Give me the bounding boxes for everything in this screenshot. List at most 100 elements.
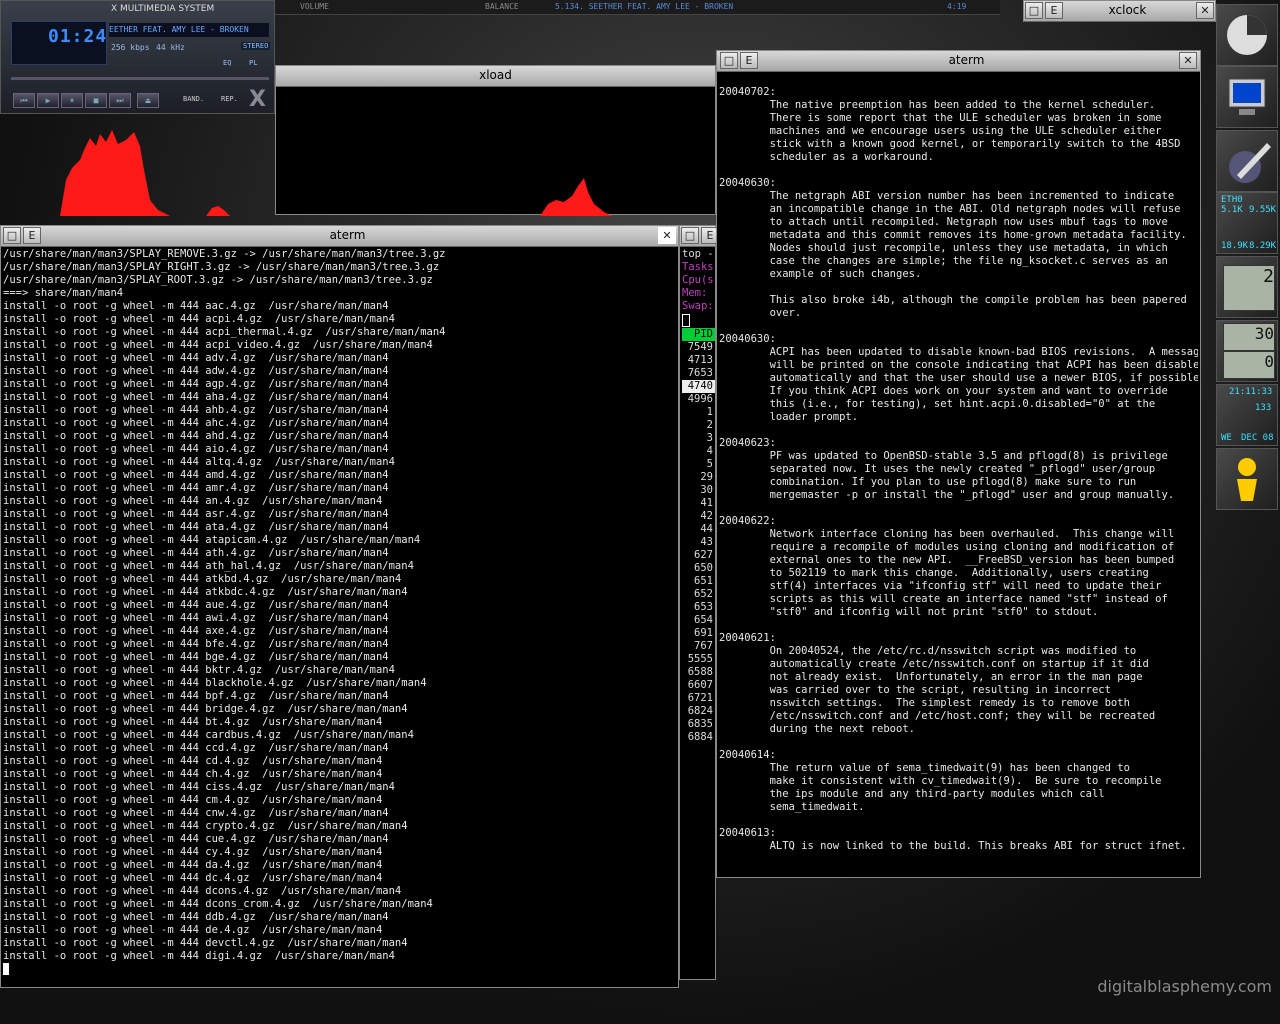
pid-row[interactable]: 6588 <box>682 666 715 679</box>
play-icon[interactable]: ▶ <box>37 93 59 108</box>
pid-row[interactable]: 4740 <box>682 380 715 393</box>
terminal-output[interactable]: /usr/share/man/man3/SPLAY_REMOVE.3.gz ->… <box>3 248 676 985</box>
pid-row[interactable]: 41 <box>682 497 715 510</box>
terminal-line: install -o root -g wheel -m 444 aio.4.gz… <box>3 443 389 455</box>
topbar-song-title: 5.134. SEETHER FEAT. AMY LEE - BROKEN <box>555 2 734 11</box>
terminal-line: to attach until recompiled. Netgraph now… <box>719 216 1168 228</box>
close-icon[interactable]: ✕ <box>1179 52 1197 69</box>
window-menu-icon[interactable]: □ <box>3 227 21 244</box>
cpu-lcd: 2 <box>1223 265 1275 311</box>
window-menu-icon[interactable]: □ <box>681 227 699 244</box>
pid-row[interactable]: 3 <box>682 432 715 445</box>
pid-row[interactable]: 691 <box>682 627 715 640</box>
pid-row[interactable]: 767 <box>682 640 715 653</box>
pid-row[interactable]: 7653 <box>682 367 715 380</box>
xmms-repeat-button[interactable]: REP. <box>221 95 238 103</box>
terminal-line: install -o root -g wheel -m 444 atkbd.4.… <box>3 573 402 585</box>
pid-row[interactable]: 5 <box>682 458 715 471</box>
xclock-titlebar[interactable]: □ E xclock ✕ <box>1024 1 1215 22</box>
top-header-line: Cpu(s) <box>682 274 715 286</box>
pid-row[interactable]: 2 <box>682 419 715 432</box>
window-menu-icon[interactable]: □ <box>720 52 738 69</box>
terminal-line: install -o root -g wheel -m 444 agp.4.gz… <box>3 378 389 390</box>
window-e-icon[interactable]: E <box>23 227 41 244</box>
terminal-output[interactable]: 20040702: The native preemption has been… <box>719 73 1198 875</box>
terminal-line: an incompatible change in the ABI. Old n… <box>719 203 1181 215</box>
terminal-line: stick with a known good kernel, or tempo… <box>719 138 1181 150</box>
window-e-icon[interactable]: E <box>740 52 758 69</box>
pid-row[interactable]: 653 <box>682 601 715 614</box>
close-icon[interactable]: ✕ <box>1196 2 1214 19</box>
xmms-song-marquee[interactable]: EETHER FEAT. AMY LEE - BROKEN <box>109 23 269 37</box>
window-menu-icon[interactable]: □ <box>1025 2 1043 19</box>
pid-row[interactable]: 4 <box>682 445 715 458</box>
pid-row[interactable]: 6607 <box>682 679 715 692</box>
window-e-icon[interactable]: E <box>1045 2 1063 19</box>
pid-row[interactable]: 29 <box>682 471 715 484</box>
terminal-line: install -o root -g wheel -m 444 da.4.gz … <box>3 859 383 871</box>
terminal-line: make it consistent with cv_timedwait(9).… <box>719 775 1162 787</box>
pid-row[interactable]: 652 <box>682 588 715 601</box>
next-icon[interactable]: ⏭ <box>109 93 131 108</box>
user-icon[interactable] <box>1216 448 1278 510</box>
terminal-line: not already exist. Unfortunately, an err… <box>719 671 1143 683</box>
terminal-line: install -o root -g wheel -m 444 dcons.4.… <box>3 885 402 897</box>
balance-label[interactable]: BALANCE <box>485 2 519 11</box>
pid-row[interactable]: 4996 <box>682 393 715 406</box>
pid-row[interactable]: 4713 <box>682 354 715 367</box>
terminal-line: install -o root -g wheel -m 444 cnw.4.gz… <box>3 807 389 819</box>
terminal-cursor <box>3 963 9 975</box>
xmms-eq-toggle[interactable]: EQ <box>223 59 231 67</box>
pid-row[interactable]: 6824 <box>682 705 715 718</box>
xload-titlebar[interactable]: xload <box>276 66 715 87</box>
pid-row[interactable]: 43 <box>682 536 715 549</box>
top-window[interactable]: □ E top -Tasks:Cpu(s)Mem:Swap: PID7549471… <box>679 225 719 980</box>
terminal-line: install -o root -g wheel -m 444 atkbdc.4… <box>3 586 408 598</box>
pid-row[interactable]: 651 <box>682 575 715 588</box>
pid-row[interactable]: 6835 <box>682 718 715 731</box>
pid-row[interactable]: 42 <box>682 510 715 523</box>
xmms-seek-bar[interactable] <box>11 77 269 80</box>
terminal-line: during the next reboot. <box>719 723 915 735</box>
dock-logo-icon[interactable] <box>1216 4 1278 66</box>
xmms-playlist-toggle[interactable]: PL <box>249 59 257 67</box>
xmms-band-button[interactable]: BAND. <box>183 95 204 103</box>
network-monitor[interactable]: ETH0 5.1K 9.55K 18.9K 8.29K <box>1216 192 1278 254</box>
eject-icon[interactable]: ⏏ <box>137 93 159 108</box>
aterm-left-titlebar[interactable]: □ E aterm ✕ <box>1 226 678 247</box>
cpu-monitor[interactable]: 2 <box>1216 256 1278 318</box>
aterm-right-window[interactable]: □ E aterm ✕ 20040702: The native preempt… <box>716 50 1201 878</box>
terminal-line: loader prompt. <box>719 411 859 423</box>
memory-monitor[interactable]: 30 0 <box>1216 320 1278 382</box>
close-icon[interactable]: ✕ <box>658 227 676 244</box>
window-title: aterm <box>948 53 985 67</box>
pid-row[interactable]: 30 <box>682 484 715 497</box>
pid-row[interactable]: 650 <box>682 562 715 575</box>
stop-icon[interactable]: ■ <box>85 93 107 108</box>
pid-row[interactable]: 654 <box>682 614 715 627</box>
terminal-line: On 20040524, the /etc/rc.d/nsswitch scri… <box>719 645 1137 657</box>
pid-row[interactable]: 627 <box>682 549 715 562</box>
pause-icon[interactable]: ⏸ <box>61 93 83 108</box>
aterm-left-window[interactable]: □ E aterm ✕ /usr/share/man/man3/SPLAY_RE… <box>0 225 679 988</box>
volume-label[interactable]: VOLUME <box>300 2 329 11</box>
top-output[interactable]: top -Tasks:Cpu(s)Mem:Swap: PID75494713765… <box>682 248 715 979</box>
pid-row[interactable]: 44 <box>682 523 715 536</box>
terminal-line: stf(4) interfaces via "ifconfig stf" wil… <box>719 580 1162 592</box>
clock-day: WE <box>1221 433 1232 443</box>
xmms-player[interactable]: X MULTIMEDIA SYSTEM 01:24 EETHER FEAT. A… <box>0 0 275 114</box>
pid-row[interactable]: 5555 <box>682 653 715 666</box>
aterm-right-titlebar[interactable]: □ E aterm ✕ <box>717 51 1200 72</box>
pid-row[interactable]: 1 <box>682 406 715 419</box>
pid-row[interactable]: 6721 <box>682 692 715 705</box>
terminal-line: /usr/share/man/man3/SPLAY_ROOT.3.gz -> /… <box>3 274 433 286</box>
clock-dockapp[interactable]: 21:11:33 133 WE DEC 08 <box>1216 384 1278 446</box>
previous-icon[interactable]: ⏮ <box>13 93 35 108</box>
paint-icon[interactable] <box>1216 130 1278 192</box>
xclock-window[interactable]: □ E xclock ✕ <box>1023 0 1216 22</box>
monitor-icon[interactable] <box>1216 66 1278 128</box>
pid-row[interactable]: 7549 <box>682 341 715 354</box>
top-titlebar[interactable]: □ E <box>680 226 719 247</box>
pid-row[interactable]: 6884 <box>682 731 715 744</box>
